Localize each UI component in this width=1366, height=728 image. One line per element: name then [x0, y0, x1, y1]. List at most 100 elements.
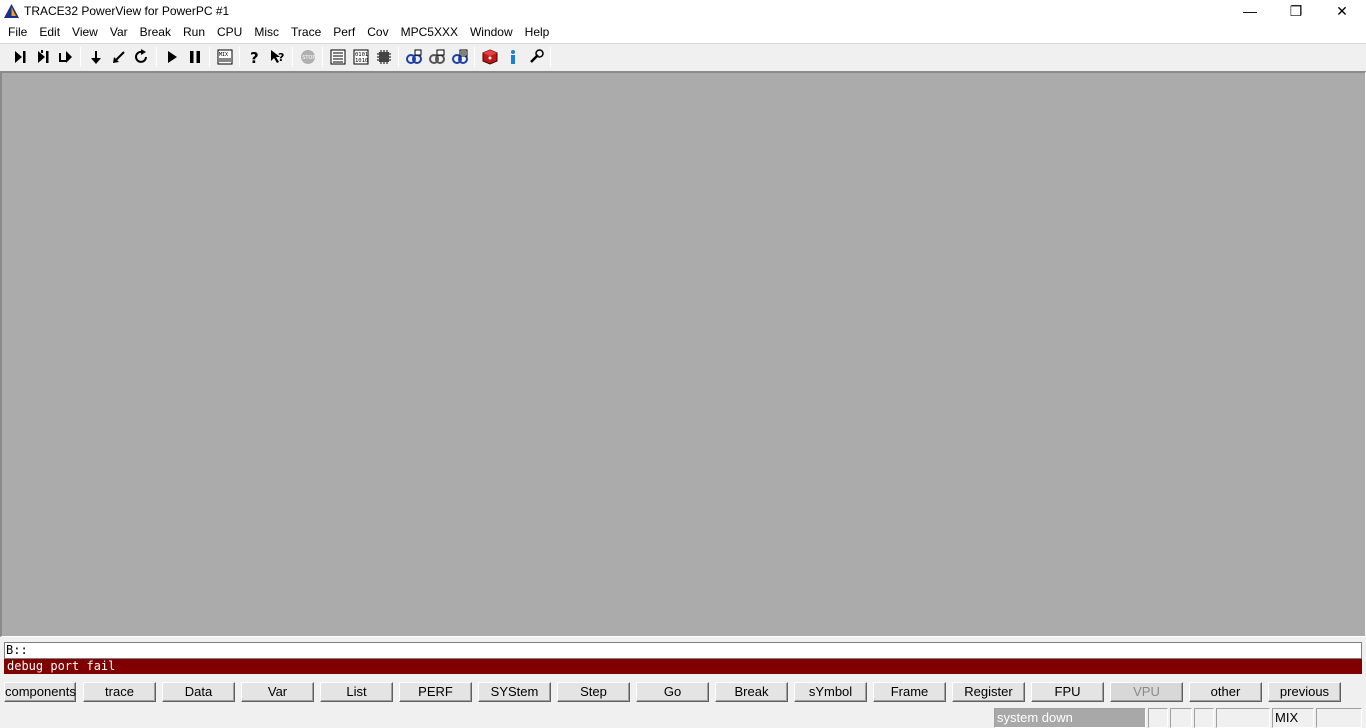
redo-icon	[134, 49, 147, 63]
softkey-break[interactable]: Break	[715, 682, 788, 702]
mode-button[interactable]: MIX	[213, 46, 236, 68]
binary-icon: 01011010	[353, 49, 368, 65]
wrench-icon	[529, 49, 544, 63]
view-icon-2	[428, 49, 445, 64]
window-title: TRACE32 PowerView for PowerPC #1	[24, 4, 230, 18]
restore-icon: ❐	[1289, 2, 1303, 19]
system-state-field: system down	[994, 708, 1146, 728]
go-icon	[167, 51, 177, 63]
context-help-icon: ?	[270, 50, 284, 64]
softkey-previous[interactable]: previous	[1268, 682, 1341, 702]
status-bar: system down MIX	[0, 706, 1366, 728]
minimize-button[interactable]: —	[1227, 0, 1273, 22]
menu-file[interactable]: File	[2, 22, 33, 43]
redo-button[interactable]	[130, 46, 153, 68]
close-button[interactable]: ✕	[1319, 0, 1365, 22]
softkey-system[interactable]: SYStem	[478, 682, 551, 702]
go-button[interactable]	[160, 46, 183, 68]
toolbar-separator	[398, 47, 399, 67]
menu-misc[interactable]: Misc	[248, 22, 285, 43]
pause-button[interactable]	[183, 46, 206, 68]
menu-trace[interactable]: Trace	[285, 22, 327, 43]
help-button[interactable]: ?	[243, 46, 266, 68]
softkey-components[interactable]: components	[4, 682, 76, 702]
maximize-button[interactable]: ❐	[1273, 0, 1319, 22]
title-bar: TRACE32 PowerView for PowerPC #1 — ❐ ✕	[0, 0, 1366, 22]
menu-break[interactable]: Break	[134, 22, 177, 43]
menu-window[interactable]: Window	[464, 22, 519, 43]
step-icon	[14, 51, 25, 63]
svg-text:MIX: MIX	[219, 52, 228, 58]
status-field-2	[1170, 708, 1192, 728]
toolbar: MIX?? STOP 0101 1010	[0, 43, 1366, 70]
trace32-logo-icon	[4, 4, 19, 18]
view-icon-1-button[interactable]	[402, 46, 425, 68]
softkey-register[interactable]: Register	[952, 682, 1025, 702]
softkey-go[interactable]: Go	[636, 682, 709, 702]
close-icon: ✕	[1336, 2, 1348, 19]
minimize-icon: —	[1243, 3, 1257, 19]
step-button[interactable]	[8, 46, 31, 68]
menu-view[interactable]: View	[66, 22, 104, 43]
menu-run[interactable]: Run	[177, 22, 211, 43]
view-icon-2-button[interactable]	[425, 46, 448, 68]
view-icon-3	[451, 49, 468, 64]
svg-text:STOP: STOP	[302, 55, 315, 61]
softkey-perf[interactable]: PERF	[399, 682, 472, 702]
list-button[interactable]	[326, 46, 349, 68]
stop-button[interactable]: STOP	[296, 46, 319, 68]
context-help-button[interactable]: ?	[266, 46, 289, 68]
softkey-other[interactable]: other	[1189, 682, 1262, 702]
chip-button[interactable]	[372, 46, 395, 68]
svg-text:?: ?	[278, 51, 284, 64]
softkey-frame[interactable]: Frame	[873, 682, 946, 702]
svg-text:1010: 1010	[355, 58, 368, 64]
chip-icon	[376, 50, 391, 64]
step-over-button[interactable]	[31, 46, 54, 68]
command-line-input[interactable]: B::	[4, 642, 1362, 659]
menu-cpu[interactable]: CPU	[211, 22, 248, 43]
softkey-symbol[interactable]: sYmbol	[794, 682, 867, 702]
toolbar-separator	[156, 47, 157, 67]
binary-button[interactable]: 0101 1010	[349, 46, 372, 68]
view-icon-1	[405, 49, 422, 64]
stop-icon: STOP	[300, 50, 315, 64]
workspace-area[interactable]	[0, 71, 1366, 637]
menu-mpc5xxx[interactable]: MPC5XXX	[395, 22, 464, 43]
menu-cov[interactable]: Cov	[361, 22, 394, 43]
softkey-data[interactable]: Data	[162, 682, 235, 702]
softkey-fpu[interactable]: FPU	[1031, 682, 1104, 702]
menu-edit[interactable]: Edit	[33, 22, 66, 43]
softkey-vpu: VPU	[1110, 682, 1183, 702]
status-field-4	[1216, 708, 1270, 728]
status-field-3	[1194, 708, 1214, 728]
view-icon-3-button[interactable]	[448, 46, 471, 68]
menu-perf[interactable]: Perf	[327, 22, 361, 43]
step-out-button[interactable]	[54, 46, 77, 68]
status-field-1	[1148, 708, 1168, 728]
return-button[interactable]	[107, 46, 130, 68]
help-icon: ?	[250, 49, 259, 65]
mode-icon: MIX	[217, 49, 232, 65]
red-cube-button[interactable]	[478, 46, 501, 68]
menu-var[interactable]: Var	[104, 22, 134, 43]
info-icon	[510, 50, 515, 64]
toolbar-separator	[239, 47, 240, 67]
menu-help[interactable]: Help	[519, 22, 556, 43]
info-button[interactable]	[501, 46, 524, 68]
softkey-step[interactable]: Step	[557, 682, 630, 702]
wrench-button[interactable]	[524, 46, 547, 68]
menu-bar: File Edit View Var Break Run CPU Misc Trace Perf C…	[0, 22, 1366, 43]
error-message: debug port fail	[7, 659, 116, 673]
down-arrow-button[interactable]	[84, 46, 107, 68]
pause-icon	[189, 51, 200, 63]
softkey-bar: components trace Data Var List PERF SYStem Step…	[4, 682, 1362, 702]
message-line: debug port fail	[4, 659, 1362, 674]
softkey-var[interactable]: Var	[241, 682, 314, 702]
svg-text:?: ?	[250, 49, 259, 65]
softkey-trace[interactable]: trace	[83, 682, 156, 702]
toolbar-separator	[292, 47, 293, 67]
mode-field: MIX	[1272, 708, 1314, 728]
softkey-list[interactable]: List	[320, 682, 393, 702]
toolbar-separator	[209, 47, 210, 67]
